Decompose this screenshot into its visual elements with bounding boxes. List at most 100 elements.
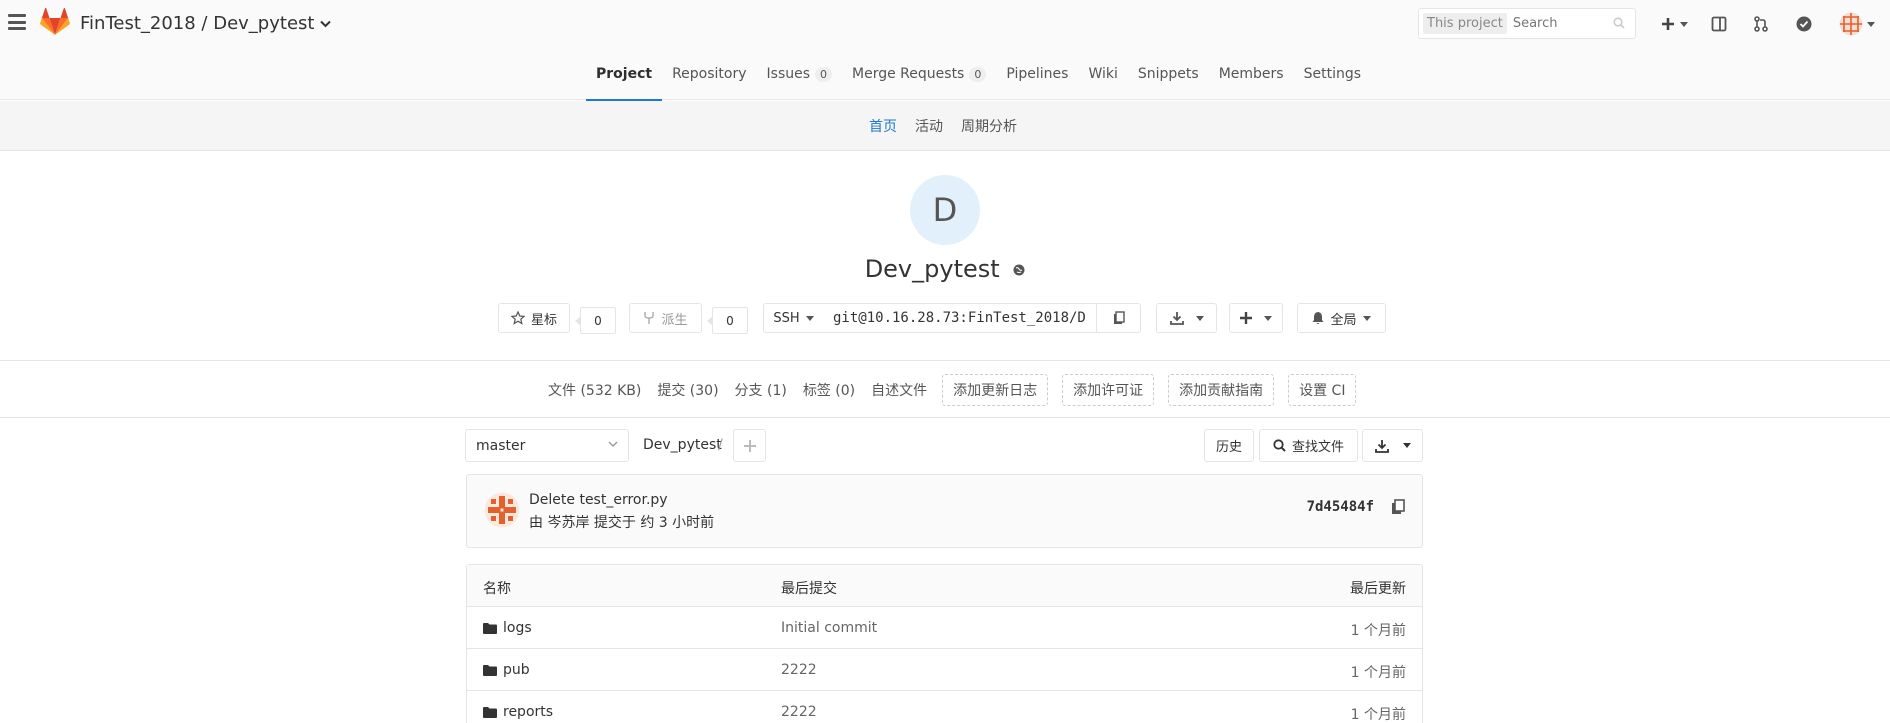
bell-icon xyxy=(1312,312,1324,324)
readme-link[interactable]: 自述文件 xyxy=(863,374,935,406)
fork-button[interactable]: 派生 xyxy=(629,303,702,333)
branches-stat-link[interactable]: 分支 (1) xyxy=(727,374,795,406)
tab-repository[interactable]: Repository xyxy=(662,48,756,100)
search-input[interactable] xyxy=(1512,16,1623,31)
name-column-header: 名称 xyxy=(483,581,511,597)
clone-url-field[interactable]: git@10.16.28.73:FinTest_2018/D xyxy=(823,303,1097,333)
search-icon xyxy=(1273,439,1286,452)
tab-label: Members xyxy=(1218,66,1284,82)
tab-label: Issues xyxy=(766,66,811,82)
search-scope-label: This project xyxy=(1423,13,1507,34)
folder-icon xyxy=(483,664,497,676)
tab-wiki[interactable]: Wiki xyxy=(1078,48,1127,100)
notification-dropdown[interactable]: 全局 xyxy=(1297,303,1386,333)
divider xyxy=(0,417,1890,418)
add-license-button[interactable]: 添加许可证 xyxy=(1062,374,1155,406)
last-commit-column-header: 最后提交 xyxy=(781,581,837,597)
subnav-cycle-analytics[interactable]: 周期分析 xyxy=(952,101,1026,151)
plus-icon xyxy=(743,439,756,452)
tab-pipelines[interactable]: Pipelines xyxy=(996,48,1078,100)
user-menu-dropdown[interactable] xyxy=(1837,12,1877,36)
issues-count-badge: 0 xyxy=(815,66,833,82)
history-label: 历史 xyxy=(1215,440,1242,455)
tab-label: Merge Requests xyxy=(852,66,965,82)
tab-merge-requests[interactable]: Merge Requests 0 xyxy=(842,48,996,100)
subnav-home[interactable]: 首页 xyxy=(860,101,906,151)
star-button[interactable]: 星标 xyxy=(498,303,570,333)
row-commit-message-link[interactable]: 2222 xyxy=(781,662,817,678)
add-changelog-button[interactable]: 添加更新日志 xyxy=(942,374,1049,406)
user-avatar-icon xyxy=(1839,12,1863,36)
files-stat-link[interactable]: 文件 (532 KB) xyxy=(540,374,649,406)
clipboard-icon[interactable] xyxy=(1390,499,1406,515)
clipboard-icon xyxy=(1113,311,1125,324)
search-box[interactable]: This project xyxy=(1418,8,1636,39)
project-name: Dev_pytest xyxy=(864,255,1000,283)
branch-select[interactable]: master xyxy=(465,429,629,462)
repo-download-dropdown[interactable] xyxy=(1362,429,1423,462)
commit-title-link[interactable]: Delete test_error.py xyxy=(529,492,668,508)
tab-label: Project xyxy=(596,66,653,82)
folder-name: reports xyxy=(503,704,554,720)
menu-icon[interactable] xyxy=(8,14,26,30)
row-updated-time: 1 个月前 xyxy=(1350,665,1406,681)
clone-protocol-dropdown[interactable]: SSH xyxy=(763,303,824,333)
history-button[interactable]: 历史 xyxy=(1204,429,1254,462)
caret-down-icon xyxy=(1679,21,1688,27)
subnav-activity[interactable]: 活动 xyxy=(906,101,952,151)
caret-down-icon xyxy=(1195,315,1204,321)
folder-link[interactable]: pub xyxy=(483,662,530,678)
fork-count[interactable]: 0 xyxy=(707,307,748,334)
caret-down-icon xyxy=(1402,443,1411,448)
folder-link[interactable]: logs xyxy=(483,620,532,636)
tab-label: Settings xyxy=(1303,66,1362,82)
gitlab-logo-icon[interactable] xyxy=(40,8,70,36)
project-sub-nav: 首页 活动 周期分析 xyxy=(0,101,1890,151)
merge-request-icon xyxy=(1754,16,1768,32)
row-updated-time: 1 个月前 xyxy=(1350,707,1406,723)
tab-issues[interactable]: Issues 0 xyxy=(757,48,843,100)
download-icon xyxy=(1169,312,1184,325)
last-update-column-header: 最后更新 xyxy=(1350,581,1406,597)
find-file-button[interactable]: 查找文件 xyxy=(1259,429,1358,462)
tags-stat-link[interactable]: 标签 (0) xyxy=(795,374,863,406)
add-new-dropdown[interactable] xyxy=(1229,303,1283,333)
repo-breadcrumb[interactable]: Dev_pytest xyxy=(643,437,722,453)
star-count[interactable]: 0 xyxy=(575,307,616,334)
tab-members[interactable]: Members xyxy=(1209,48,1294,100)
commit-sha-link[interactable]: 7d45484f xyxy=(1307,499,1374,515)
table-row: logs Initial commit 1 个月前 xyxy=(467,607,1422,649)
row-commit-message-link[interactable]: Initial commit xyxy=(781,620,877,636)
tab-snippets[interactable]: Snippets xyxy=(1128,48,1209,100)
download-dropdown[interactable] xyxy=(1156,303,1217,333)
project-breadcrumb[interactable]: FinTest_2018 / Dev_pytest xyxy=(80,13,332,34)
breadcrumb-separator: / xyxy=(718,437,723,453)
setup-ci-button[interactable]: 设置 CI xyxy=(1288,374,1357,406)
star-icon xyxy=(510,311,525,325)
commit-author-avatar[interactable] xyxy=(484,492,520,528)
folder-icon xyxy=(483,622,497,634)
tab-label: Wiki xyxy=(1088,66,1118,82)
table-header: 名称 最后提交 最后更新 xyxy=(467,565,1422,607)
merge-requests-button[interactable] xyxy=(1751,14,1771,34)
file-tree-table: 名称 最后提交 最后更新 logs Initial commit 1 个月前 p… xyxy=(466,564,1423,723)
tab-settings[interactable]: Settings xyxy=(1294,48,1371,100)
check-circle-icon xyxy=(1796,16,1812,32)
folder-link[interactable]: reports xyxy=(483,704,553,720)
top-header: FinTest_2018 / Dev_pytest This project xyxy=(0,0,1890,48)
tab-project[interactable]: Project xyxy=(586,48,663,101)
clone-protocol-label: SSH xyxy=(773,310,800,326)
commits-stat-link[interactable]: 提交 (30) xyxy=(649,374,726,406)
copy-url-button[interactable] xyxy=(1096,303,1141,333)
row-updated-time: 1 个月前 xyxy=(1350,623,1406,639)
todos-sidebar-button[interactable] xyxy=(1709,14,1729,34)
add-contributing-button[interactable]: 添加贡献指南 xyxy=(1168,374,1275,406)
todos-button[interactable] xyxy=(1794,14,1814,34)
caret-down-icon xyxy=(805,315,814,321)
new-item-dropdown[interactable] xyxy=(1658,14,1690,34)
project-path-text: FinTest_2018 / Dev_pytest xyxy=(80,13,315,34)
project-stats: 文件 (532 KB) 提交 (30) 分支 (1) 标签 (0) 自述文件 添… xyxy=(540,374,1363,406)
add-to-tree-button[interactable] xyxy=(733,429,766,462)
fork-icon xyxy=(644,312,655,324)
row-commit-message-link[interactable]: 2222 xyxy=(781,704,817,720)
